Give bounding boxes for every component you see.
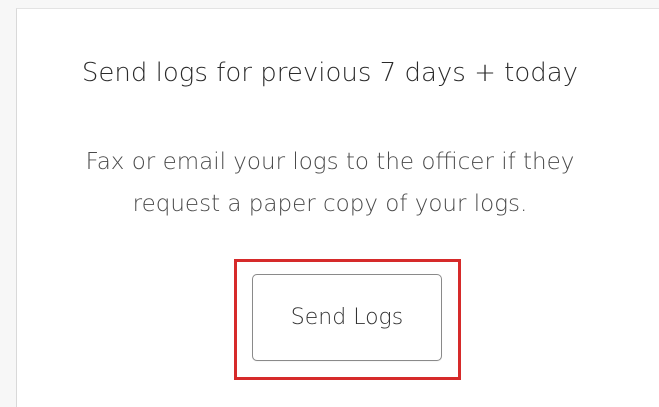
send-logs-title: Send logs for previous 7 days + today [81,58,579,88]
send-logs-description: Fax or email your logs to the officer if… [0,141,659,225]
description-line-2: request a paper copy of your logs. [132,191,528,217]
screen: Send logs for previous 7 days + today Fa… [0,0,659,407]
send-logs-button[interactable]: Send Logs [252,274,442,361]
description-line-1: Fax or email your logs to the officer if… [85,149,575,175]
